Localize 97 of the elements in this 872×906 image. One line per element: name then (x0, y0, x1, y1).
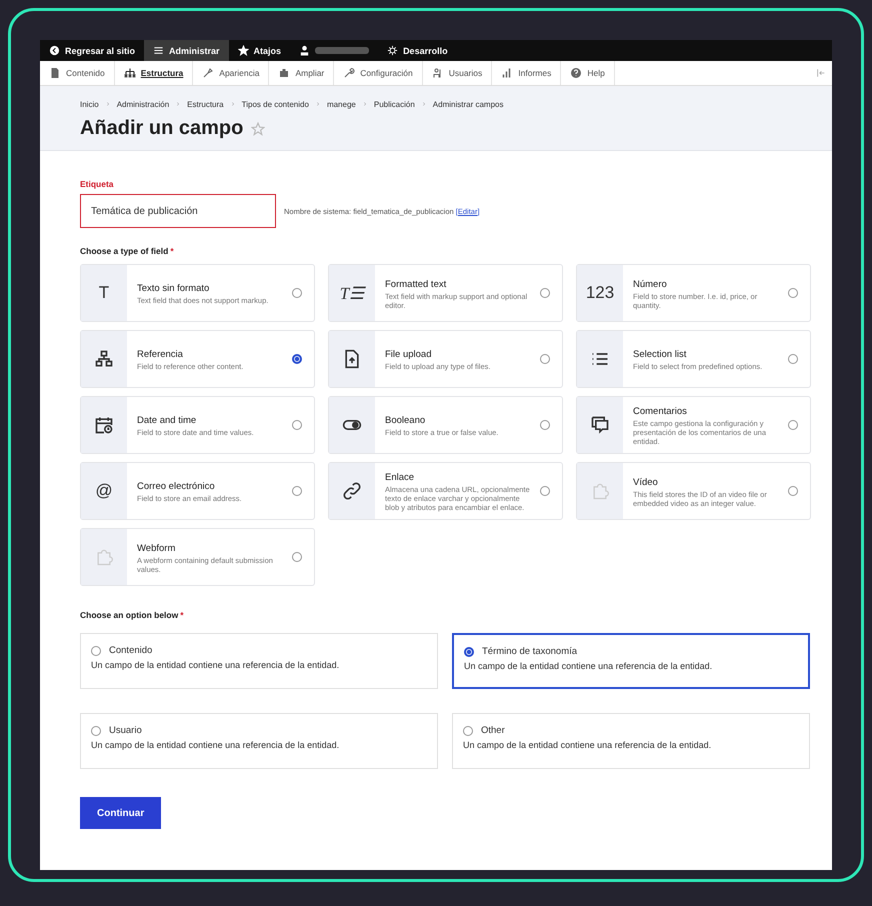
menu-item[interactable]: Help (561, 61, 615, 85)
menu-icon (153, 45, 164, 56)
breadcrumb-link[interactable]: Tipos de contenido (242, 100, 309, 109)
option-title: Correo electrónico (137, 481, 216, 492)
hierarchy-icon (124, 67, 136, 79)
chevron-icon (175, 100, 182, 106)
option-description: Un campo de la entidad contiene una referencia de la entidad. (91, 740, 340, 750)
document-icon (49, 67, 61, 79)
option-title: Término de taxonomía (482, 646, 578, 657)
reference-option[interactable]: Contenido Un campo de la entidad contiene una referencia de la entidad. (80, 633, 438, 689)
user-icon (299, 45, 310, 56)
menu-item[interactable]: Informes (492, 61, 562, 85)
radio-button[interactable] (540, 486, 550, 496)
option-title: Referencia (137, 349, 184, 360)
toolbar-item[interactable]: Regresar al sitio (40, 40, 144, 61)
label-input[interactable]: Temática de publicación (80, 194, 276, 228)
calendar-clock-icon (94, 415, 114, 435)
option-title: Usuario (109, 725, 142, 736)
section-heading: Choose a type of field (80, 246, 168, 256)
help-icon (570, 67, 582, 79)
menu-item[interactable]: Configuración (334, 61, 423, 85)
reference-option[interactable]: Usuario Un campo de la entidad contiene una referencia de la entidad. (80, 713, 438, 769)
chevron-icon (230, 100, 236, 106)
star-icon (251, 122, 266, 136)
breadcrumb-link[interactable]: Publicación (374, 100, 415, 109)
breadcrumb-link[interactable]: manege (326, 100, 356, 109)
radio-button[interactable] (788, 486, 798, 496)
continue-button[interactable]: Continuar (80, 797, 162, 829)
radio-button[interactable] (292, 288, 302, 298)
field-type-glyph: T☰ (340, 282, 364, 304)
collapse-icon (816, 68, 826, 78)
field-type-glyph: 123 (586, 283, 614, 303)
option-title: Vídeo (633, 476, 659, 488)
option-title: Selection list (633, 349, 688, 360)
reference-option[interactable]: Término de taxonomía Un campo de la entidad contiene una referencia de la entidad. (452, 633, 810, 689)
option-title: Enlace (385, 472, 416, 483)
option-title: Booleano (385, 415, 426, 426)
radio-button[interactable] (540, 288, 550, 298)
breadcrumb-link[interactable]: Estructura (187, 100, 224, 109)
star-icon (238, 45, 249, 56)
menu-item[interactable]: Estructura (114, 61, 194, 85)
toolbar-item[interactable]: Atajos (228, 40, 290, 61)
reference-option[interactable]: Other Un campo de la entidad contiene una referencia de la entidad. (452, 713, 810, 769)
chevron-icon (362, 100, 368, 106)
radio-button[interactable] (292, 486, 302, 496)
radio-button[interactable] (788, 420, 798, 430)
option-title: Date and time (137, 415, 198, 426)
radio-button[interactable] (463, 726, 473, 736)
menu-item[interactable]: Apariencia (193, 61, 270, 85)
radio-button[interactable] (91, 726, 101, 736)
breadcrumb-link[interactable]: Administrar campos (432, 100, 504, 109)
field-type-glyph: @ (95, 481, 113, 501)
option-title: Other (481, 725, 505, 736)
option-title: Número (633, 278, 668, 290)
radio-button[interactable] (292, 354, 302, 364)
radio-button[interactable] (540, 354, 550, 364)
radio-button[interactable] (464, 646, 474, 656)
toolbar-item[interactable]: Desarrollo (378, 40, 457, 61)
wrench-icon (343, 67, 356, 79)
section-heading: Choose an option below (80, 610, 178, 620)
page-title: Añadir un campo (80, 117, 244, 140)
radio-button[interactable] (91, 646, 101, 656)
option-title: Contenido (109, 645, 152, 656)
gear-icon (387, 45, 398, 56)
option-title: Texto sin formato (137, 283, 210, 294)
breadcrumb-link[interactable]: Inicio (80, 100, 99, 109)
breadcrumb-link[interactable]: Administración (116, 100, 170, 109)
option-title: Webform (137, 542, 176, 554)
comments-icon (590, 415, 610, 435)
field-type-glyph: T (98, 283, 110, 303)
menu-item[interactable]: Usuarios (422, 61, 492, 85)
radio-button[interactable] (788, 354, 798, 364)
option-description: Un campo de la entidad contiene una referencia de la entidad. (91, 660, 340, 670)
brush-icon (202, 67, 214, 79)
menu-item[interactable]: Contenido (40, 61, 115, 85)
field-label: Etiqueta (80, 179, 115, 189)
option-title: File upload (385, 349, 432, 360)
chevron-icon (314, 100, 321, 106)
toolbar-item[interactable]: Administrar (144, 40, 229, 61)
radio-button[interactable] (292, 552, 302, 562)
chevron-icon (104, 100, 111, 106)
blurred-name (315, 47, 370, 54)
bar-chart-icon (501, 67, 514, 79)
option-title: Formatted text (385, 278, 448, 290)
hierarchy-icon (94, 349, 114, 369)
radio-button[interactable] (292, 420, 302, 430)
option-description: Un campo de la entidad contiene una referencia de la entidad. (464, 661, 714, 671)
menu-item[interactable]: Ampliar (269, 61, 334, 85)
required-mark: * (170, 246, 174, 256)
required-mark: * (180, 610, 184, 620)
link-icon (342, 481, 362, 501)
radio-button[interactable] (540, 420, 550, 430)
chevron-icon (420, 100, 427, 106)
radio-button[interactable] (788, 288, 798, 298)
back-icon (49, 45, 60, 56)
option-title: Comentarios (633, 406, 688, 417)
option-description: Un campo de la entidad contiene una referencia de la entidad. (463, 740, 712, 750)
